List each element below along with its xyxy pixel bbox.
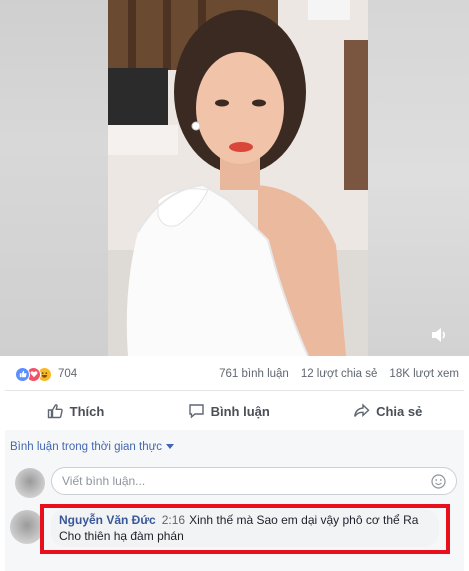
share-count[interactable]: 12 lượt chia sẻ <box>301 368 378 380</box>
mute-button[interactable] <box>426 322 452 348</box>
comment-filter-dropdown[interactable]: Bình luận trong thời gian thực <box>10 441 175 453</box>
share-label: Chia sẻ <box>376 403 423 419</box>
comment-time[interactable]: 2:16 <box>162 513 185 527</box>
like-reaction-icon <box>15 366 30 382</box>
like-button[interactable]: Thích <box>47 403 105 419</box>
video-still <box>108 0 368 356</box>
speaker-icon <box>432 328 446 342</box>
thumbs-up-icon <box>47 404 63 419</box>
share-button[interactable]: Chia sẻ <box>353 403 422 419</box>
like-label: Thích <box>69 403 105 419</box>
view-count: 18K lượt xem <box>389 368 459 380</box>
emoji-icon[interactable] <box>431 473 446 489</box>
caret-down-icon <box>166 444 175 449</box>
comment-input[interactable]: Viết bình luận... <box>51 467 457 495</box>
post-action-bar: Thích Bình luận Chia sẻ <box>5 390 464 432</box>
engagement-stats: 704 761 bình luận 12 lượt chia sẻ 18K lư… <box>0 358 469 390</box>
video-blur-right <box>368 0 469 356</box>
commenter-avatar[interactable] <box>10 510 44 544</box>
video-player[interactable] <box>0 0 469 356</box>
comments-section: Bình luận trong thời gian thực Viết bình… <box>5 430 464 571</box>
comment-bubble-icon <box>188 404 204 419</box>
share-arrow-icon <box>354 403 370 418</box>
comment-author[interactable]: Nguyễn Văn Đức <box>59 513 156 527</box>
comment-count[interactable]: 761 bình luận <box>219 368 289 380</box>
comment-button[interactable]: Bình luận <box>188 403 270 419</box>
comment-bubble: Nguyễn Văn Đức 2:16 Xinh thế mà Sao em dại… <box>51 509 439 547</box>
reaction-count[interactable]: 704 <box>58 368 77 380</box>
video-frame[interactable] <box>108 0 368 356</box>
comment-input-placeholder: Viết bình luận... <box>62 474 146 488</box>
comment-label: Bình luận <box>210 403 270 419</box>
video-blur-left <box>0 0 108 356</box>
reaction-icons[interactable]: 704 <box>15 366 77 382</box>
current-user-avatar <box>15 468 45 498</box>
comment-filter-label: Bình luận trong thời gian thực <box>10 441 163 453</box>
